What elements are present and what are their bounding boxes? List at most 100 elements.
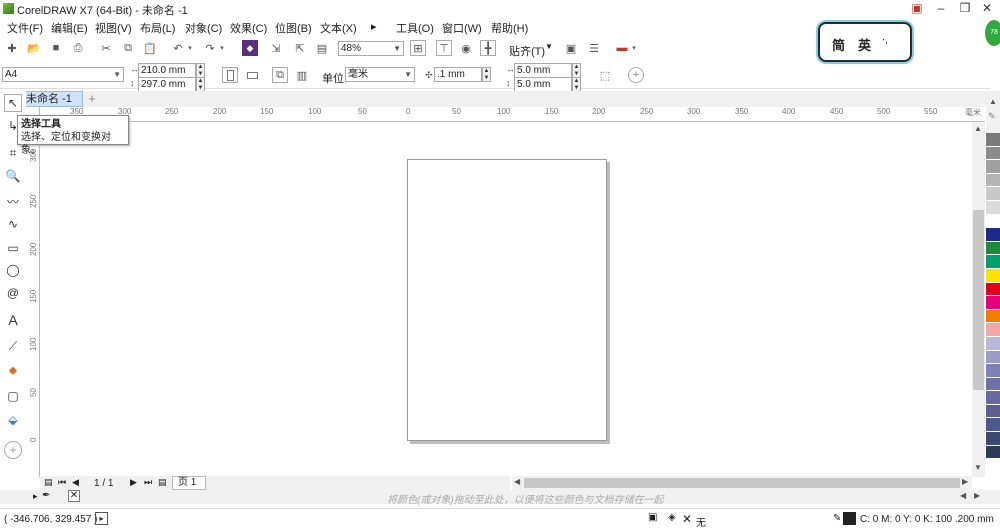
artistic-media-icon[interactable]: ∿ (4, 215, 22, 233)
scroll-up-icon[interactable]: ▲ (974, 124, 982, 133)
vertical-scrollbar[interactable]: ▲ ▼ (972, 122, 985, 477)
menu-layout[interactable]: 布局(L) (140, 20, 175, 36)
menu-object[interactable]: 对象(C) (185, 20, 222, 36)
palette-swatch[interactable] (986, 133, 1000, 147)
palette-swatch[interactable] (986, 350, 1000, 365)
menu-bitmaps[interactable]: 位图(B) (275, 20, 312, 36)
text-tool-icon[interactable]: A (4, 311, 22, 329)
vertical-ruler[interactable]: 300 250 200 150 100 50 0 (26, 122, 40, 477)
new-document-icon[interactable]: ✚ (4, 40, 20, 56)
duplicate-distance-x-field[interactable]: 5.0 mm (514, 63, 572, 78)
palette-swatch[interactable] (986, 160, 1000, 174)
add-tool-icon[interactable]: + (4, 441, 22, 459)
height-spinner[interactable]: ▲ ▼ (196, 77, 205, 92)
undo-icon[interactable]: ↶ (170, 40, 186, 56)
dup-x-spinner[interactable]: ▲ ▼ (572, 63, 581, 78)
width-spinner[interactable]: ▲ ▼ (196, 63, 205, 78)
paste-icon[interactable]: 📋 (142, 40, 158, 56)
palette-swatch[interactable] (986, 309, 1000, 324)
menu-effects[interactable]: 效果(C) (230, 20, 267, 36)
copy-icon[interactable]: ⧉ (120, 40, 136, 56)
first-page-icon[interactable]: ⏮ (58, 477, 66, 488)
cut-icon[interactable]: ✂ (98, 40, 114, 56)
palette-swatch[interactable] (986, 187, 1000, 201)
search-content-icon[interactable]: ◆ (242, 40, 258, 56)
palette-swatch[interactable] (986, 228, 1000, 242)
palette-swatch[interactable] (986, 404, 1000, 419)
horizontal-ruler[interactable]: 350 300 250 200 150 100 50 0 50 100 150 … (40, 107, 985, 122)
palette-scroll-up-icon[interactable]: ▲ (989, 97, 997, 106)
document-tab[interactable]: 未命名 -1 (21, 91, 83, 107)
menu-text[interactable]: 文本(X) (320, 20, 357, 36)
crop-tool-icon[interactable]: ⌗ (4, 144, 22, 162)
all-pages-icon[interactable]: ⧉ (272, 67, 288, 83)
parallel-dimension-icon[interactable]: ⟋ (4, 337, 22, 355)
color-proofing-icon[interactable]: ▣ (648, 512, 657, 523)
docpal-scroll-right-icon[interactable]: ▶ (974, 491, 980, 500)
landscape-icon[interactable] (244, 67, 260, 83)
notification-badge[interactable]: 78 (985, 20, 1000, 46)
application-launcher-icon[interactable]: ☰ (586, 40, 602, 56)
vertical-scroll-thumb[interactable] (973, 210, 984, 390)
connector-tool-icon[interactable]: ⬥ (4, 361, 22, 379)
full-screen-icon[interactable]: ⊞ (410, 40, 426, 56)
menu-window[interactable]: 窗口(W) (442, 20, 482, 36)
maximize-button[interactable]: ❐ (954, 1, 976, 16)
last-page-icon[interactable]: ⏭ (144, 477, 152, 488)
show-rulers-icon[interactable]: ⊤ (436, 40, 452, 56)
next-page-icon[interactable]: ▶ (130, 477, 137, 488)
palette-swatch[interactable] (986, 268, 1000, 283)
palette-swatch[interactable] (986, 241, 1000, 256)
palette-swatch[interactable] (986, 146, 1000, 161)
page-options-icon[interactable]: ▤ (44, 477, 53, 488)
menu-edit[interactable]: 编辑(E) (51, 20, 88, 36)
page-width-field[interactable]: 210.0 mm (138, 63, 196, 78)
nudge-spinner[interactable]: ▲ ▼ (482, 67, 491, 82)
horizontal-scroll-thumb[interactable] (524, 478, 960, 488)
paper-type-select[interactable]: A4 ▼ (2, 67, 124, 82)
open-icon[interactable]: 📂 (26, 40, 42, 56)
horizontal-scrollbar[interactable]: ◀ ▶ (512, 476, 972, 490)
ellipse-tool-icon[interactable]: ◯ (4, 261, 22, 279)
no-color-swatch-icon[interactable]: ✕ (68, 490, 80, 502)
docpal-scroll-left-icon[interactable]: ◀ (960, 491, 966, 500)
palette-swatch[interactable] (986, 364, 1000, 378)
page-height-field[interactable]: 297.0 mm (138, 77, 196, 92)
palette-swatch[interactable] (986, 418, 1000, 433)
scroll-left-icon[interactable]: ◀ (514, 477, 520, 486)
snap-dropdown-arrow-icon[interactable]: ▼ (545, 42, 553, 51)
portrait-icon[interactable] (222, 67, 238, 83)
palette-swatch[interactable] (986, 282, 1000, 297)
pick-tool-icon[interactable]: ↖ (4, 94, 22, 112)
ime-punct[interactable]: ⋅, (882, 35, 888, 46)
redo-dropdown-icon[interactable]: ▾ (218, 40, 226, 56)
add-tab-icon[interactable]: + (85, 91, 99, 107)
export-icon[interactable]: ⇱ (292, 40, 308, 56)
ime-toolbar[interactable]: 简 英 ⋅, (818, 22, 912, 62)
palette-swatch[interactable] (986, 391, 1000, 405)
welcome-dropdown-icon[interactable]: ▾ (630, 40, 638, 56)
units-select[interactable]: 毫米 ▼ (345, 67, 415, 82)
undo-dropdown-icon[interactable]: ▾ (186, 40, 194, 56)
status-menu-icon[interactable]: ▸ (95, 512, 108, 525)
show-grid-icon[interactable]: ◉ (458, 40, 474, 56)
scroll-right-icon[interactable]: ▶ (962, 477, 968, 486)
rectangle-tool-icon[interactable]: ▭ (4, 239, 22, 257)
redo-icon[interactable]: ↷ (202, 40, 218, 56)
nudge-distance-field[interactable]: .1 mm (434, 67, 482, 82)
drop-shadow-icon[interactable]: ▢ (4, 387, 22, 405)
welcome-screen-icon[interactable]: ▬ (614, 40, 630, 56)
menu-file[interactable]: 文件(F) (7, 20, 43, 36)
palette-swatch[interactable] (986, 296, 1000, 310)
duplicate-distance-y-field[interactable]: 5.0 mm (514, 77, 572, 92)
quick-customize-icon[interactable]: + (628, 67, 644, 83)
publish-pdf-icon[interactable]: ▤ (314, 40, 330, 56)
palette-swatch[interactable] (986, 323, 1000, 337)
current-page-icon[interactable]: ▥ (294, 67, 310, 83)
menu-tools[interactable]: 工具(O) (396, 20, 434, 36)
user-icon[interactable]: ▣ (906, 1, 928, 16)
snap-to-dropdown[interactable]: 贴齐(T) (509, 43, 545, 59)
prev-page-icon[interactable]: ◀ (72, 477, 79, 488)
dup-y-spinner[interactable]: ▲ ▼ (572, 77, 581, 92)
show-guidelines-icon[interactable]: ╋ (480, 40, 496, 56)
